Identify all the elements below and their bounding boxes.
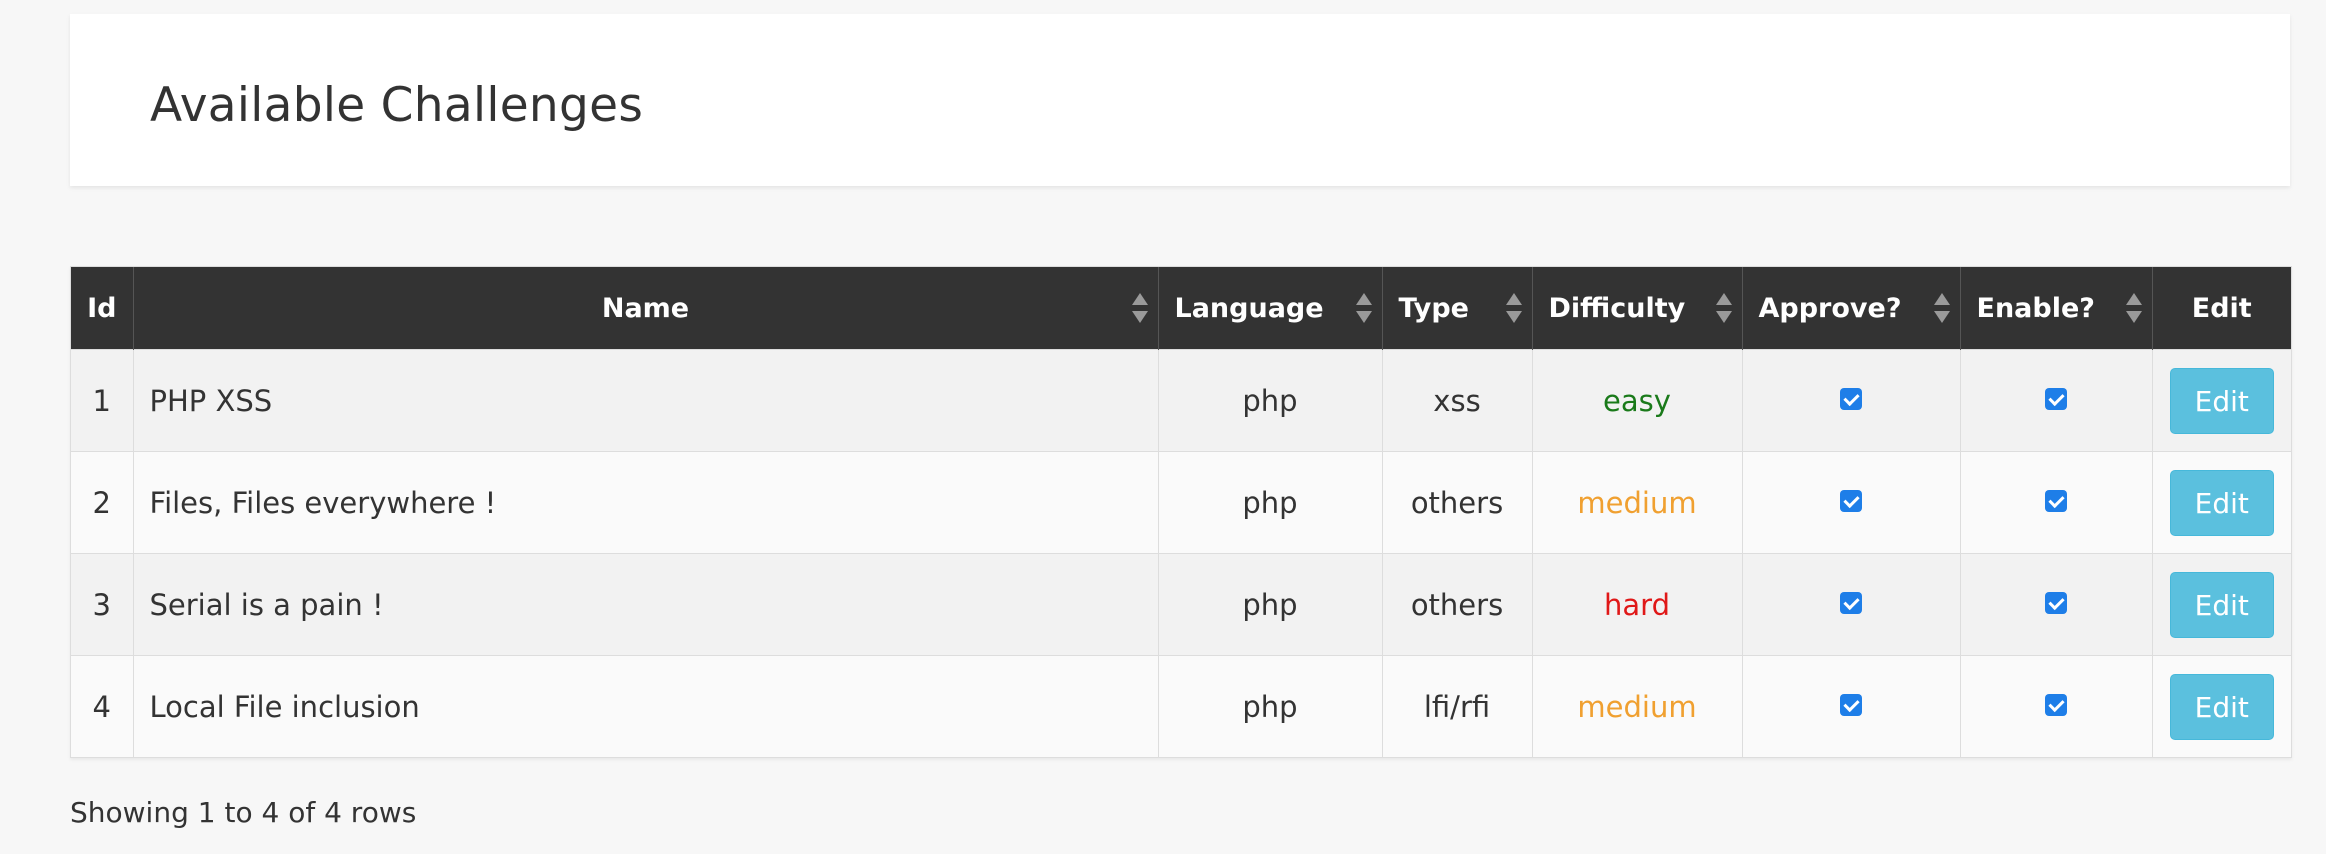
approve-checkbox[interactable] [1840,693,1862,716]
cell-language: php [1157,349,1382,452]
challenges-table-container: Id Name Language Type Difficulty Approve… [70,266,2292,758]
cell-id: 4 [71,655,133,757]
cell-approve [1741,451,1960,554]
cell-difficulty: medium [1531,451,1742,554]
column-header-label: Edit [2191,292,2252,324]
cell-name: Files, Files everywhere ! [132,451,1158,554]
challenges-table: Id Name Language Type Difficulty Approve… [71,267,2291,757]
cell-name: Local File inclusion [132,655,1158,757]
cell-difficulty: hard [1531,553,1742,656]
cell-language: php [1157,655,1382,757]
column-header-id: Id [71,267,133,350]
cell-language: php [1157,451,1382,554]
cell-approve [1741,349,1960,452]
enable-checkbox[interactable] [2045,693,2067,716]
cell-language: php [1157,553,1382,656]
cell-difficulty: easy [1531,349,1742,452]
cell-enable [1959,451,2152,554]
edit-button[interactable]: Edit [2169,673,2274,740]
cell-enable [1959,349,2152,452]
enable-checkbox[interactable] [2045,387,2067,410]
sort-arrows-icon[interactable] [1131,293,1148,323]
approve-checkbox[interactable] [1840,387,1862,410]
cell-type: others [1381,553,1532,656]
cell-enable [1959,553,2152,656]
cell-edit: Edit [2151,655,2291,757]
column-header-label: Approve? [1758,292,1902,324]
cell-type: lfi/rfi [1381,655,1532,757]
edit-button[interactable]: Edit [2169,469,2274,536]
table-row: 2 Files, Files everywhere ! php others m… [71,451,2291,554]
sort-arrows-icon[interactable] [1715,293,1732,323]
page-header-panel: Available Challenges [70,14,2290,186]
approve-checkbox[interactable] [1840,591,1862,614]
cell-id: 1 [71,349,133,452]
column-header-difficulty[interactable]: Difficulty [1531,267,1742,350]
column-header-label: Language [1174,292,1324,324]
cell-type: xss [1381,349,1532,452]
sort-arrows-icon[interactable] [2125,293,2142,323]
cell-edit: Edit [2151,553,2291,656]
table-row: 1 PHP XSS php xss easy Edit [71,349,2291,452]
cell-difficulty: medium [1531,655,1742,757]
column-header-name[interactable]: Name [132,267,1158,350]
table-header-row: Id Name Language Type Difficulty Approve… [71,267,2291,350]
column-header-enable[interactable]: Enable? [1959,267,2152,350]
cell-approve [1741,655,1960,757]
approve-checkbox[interactable] [1840,489,1862,512]
cell-type: others [1381,451,1532,554]
cell-id: 3 [71,553,133,656]
column-header-label: Enable? [1976,292,2095,324]
cell-approve [1741,553,1960,656]
cell-edit: Edit [2151,451,2291,554]
column-header-type[interactable]: Type [1381,267,1532,350]
column-header-label: Id [87,292,117,324]
cell-name: Serial is a pain ! [132,553,1158,656]
table-row: 4 Local File inclusion php lfi/rfi mediu… [71,655,2291,757]
page-title: Available Challenges [150,78,644,133]
column-header-edit: Edit [2151,267,2291,350]
cell-id: 2 [71,451,133,554]
cell-enable [1959,655,2152,757]
edit-button[interactable]: Edit [2169,571,2274,638]
cell-edit: Edit [2151,349,2291,452]
enable-checkbox[interactable] [2045,591,2067,614]
sort-arrows-icon[interactable] [1505,293,1522,323]
edit-button[interactable]: Edit [2169,367,2274,434]
column-header-label: Difficulty [1548,292,1686,324]
table-row: 3 Serial is a pain ! php others hard Edi… [71,553,2291,656]
sort-arrows-icon[interactable] [1933,293,1950,323]
enable-checkbox[interactable] [2045,489,2067,512]
cell-name: PHP XSS [132,349,1158,452]
pagination-info: Showing 1 to 4 of 4 rows [70,796,417,829]
column-header-approve[interactable]: Approve? [1741,267,1960,350]
sort-arrows-icon[interactable] [1355,293,1372,323]
column-header-label: Name [601,292,690,324]
column-header-language[interactable]: Language [1157,267,1382,350]
column-header-label: Type [1398,292,1469,324]
